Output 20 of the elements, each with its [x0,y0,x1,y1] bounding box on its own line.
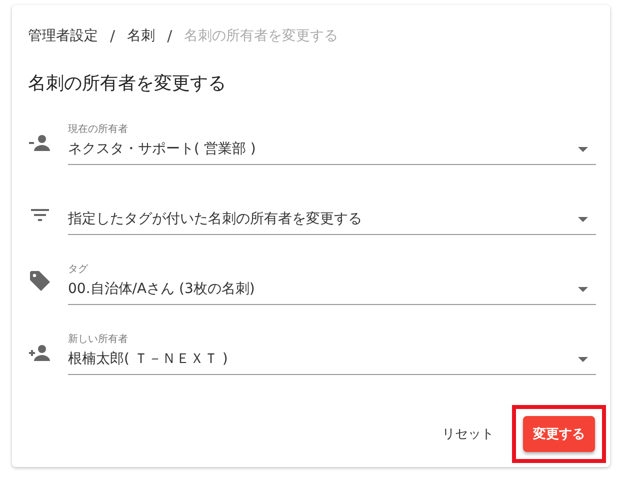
breadcrumb-item[interactable]: 管理者設定 [28,27,98,45]
select-field[interactable]: 新しい所有者 根楠太郎( Ｔ－ＮＥＸＴ ) [68,332,596,375]
page-title: 名刺の所有者を変更する [28,72,227,95]
select-field[interactable]: 指定したタグが付いた名刺の所有者を変更する [68,210,596,235]
tag-icon [30,271,50,291]
dropdown-caret-icon [578,146,588,152]
dropdown-caret-icon [578,286,588,292]
submit-button[interactable]: 変更する [523,416,595,452]
select-field[interactable]: 現在の所有者 ネクスタ・サポート( 営業部 ) [68,122,596,165]
filter-icon [31,209,49,221]
breadcrumb-separator: / [110,27,116,45]
breadcrumb-item[interactable]: 名刺 [127,27,156,45]
breadcrumb-separator: / [167,27,172,45]
dropdown-caret-icon [578,356,588,362]
reset-button[interactable]: リセット [438,419,498,449]
dropdown-caret-icon [578,216,588,222]
person-add-icon [29,345,51,361]
person-remove-icon [29,135,51,151]
select-field[interactable]: タグ 00.自治体/Aさん (3枚の名刺) [68,262,596,305]
breadcrumb-item: 名刺の所有者を変更する [184,27,338,45]
